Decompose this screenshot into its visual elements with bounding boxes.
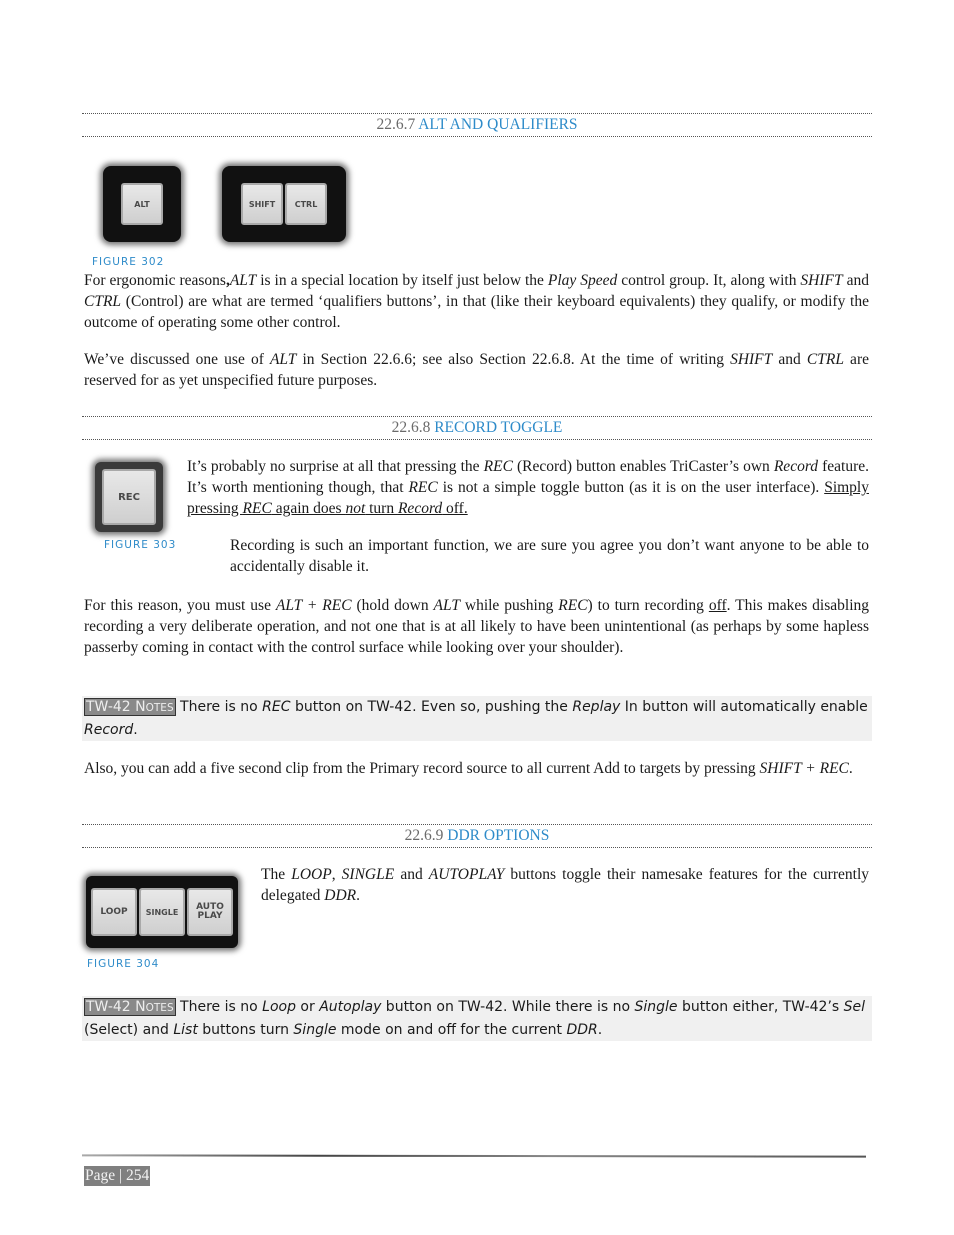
paragraph-alt-qualifiers: For ergonomic reasons,ALT is in a specia… bbox=[84, 272, 869, 331]
tw42-notes-tag: TW-42 NOTES bbox=[84, 998, 176, 1016]
section-title: ALT AND QUALIFIERS bbox=[418, 116, 578, 133]
autoplay-key: AUTO PLAY bbox=[187, 888, 233, 936]
section-heading-22-6-7: 22.6.7 ALT AND QUALIFIERS bbox=[82, 113, 872, 137]
figure-304-caption: FIGURE 304 bbox=[87, 958, 160, 970]
page-number-badge: Page | 254 bbox=[84, 1166, 151, 1186]
section-number: 22.6.7 bbox=[376, 116, 416, 133]
section-title: DDR OPTIONS bbox=[447, 827, 550, 844]
section-heading-22-6-8: 22.6.8 RECORD TOGGLE bbox=[82, 416, 872, 440]
figure-302-shift-ctrl-image: SHIFT CTRL bbox=[222, 166, 346, 242]
figure-303-rec-image: REC bbox=[95, 462, 163, 532]
rec-key: REC bbox=[102, 469, 156, 525]
section-heading-22-6-9: 22.6.9 DDR OPTIONS bbox=[82, 824, 872, 848]
paragraph-shift-rec: Also, you can add a five second clip fro… bbox=[84, 760, 853, 777]
section-number: 22.6.9 bbox=[404, 827, 444, 844]
tw42-notes-tag: TW-42 NOTES bbox=[84, 698, 176, 716]
tw42-note-rec: TW-42 NOTES There is no REC button on TW… bbox=[82, 696, 872, 741]
figure-302-alt-image: ALT bbox=[103, 166, 181, 242]
figure-304-ddr-image: LOOP SINGLE AUTO PLAY bbox=[86, 876, 238, 948]
paragraph-alt-usage: We’ve discussed one use of ALT in Sectio… bbox=[84, 351, 869, 389]
figure-302-caption: FIGURE 302 bbox=[92, 256, 165, 268]
section-number: 22.6.8 bbox=[391, 419, 431, 436]
paragraph-recording-important: Recording is such an important function,… bbox=[230, 537, 869, 575]
single-key: SINGLE bbox=[139, 888, 185, 936]
section-title: RECORD TOGGLE bbox=[434, 419, 563, 436]
figure-303-caption: FIGURE 303 bbox=[104, 539, 177, 551]
loop-key: LOOP bbox=[91, 888, 137, 936]
alt-key: ALT bbox=[121, 183, 163, 225]
ctrl-key: CTRL bbox=[285, 183, 327, 225]
shift-key: SHIFT bbox=[241, 183, 283, 225]
paragraph-alt-rec: For this reason, you must use ALT + REC … bbox=[84, 597, 870, 656]
paragraph-rec-toggle: It’s probably no surprise at all that pr… bbox=[187, 458, 869, 517]
footer-divider bbox=[81, 1154, 867, 1158]
tw42-note-ddr: TW-42 NOTES There is no Loop or Autoplay… bbox=[82, 996, 872, 1041]
paragraph-ddr-options: The LOOP, SINGLE and AUTOPLAY buttons to… bbox=[261, 866, 870, 904]
